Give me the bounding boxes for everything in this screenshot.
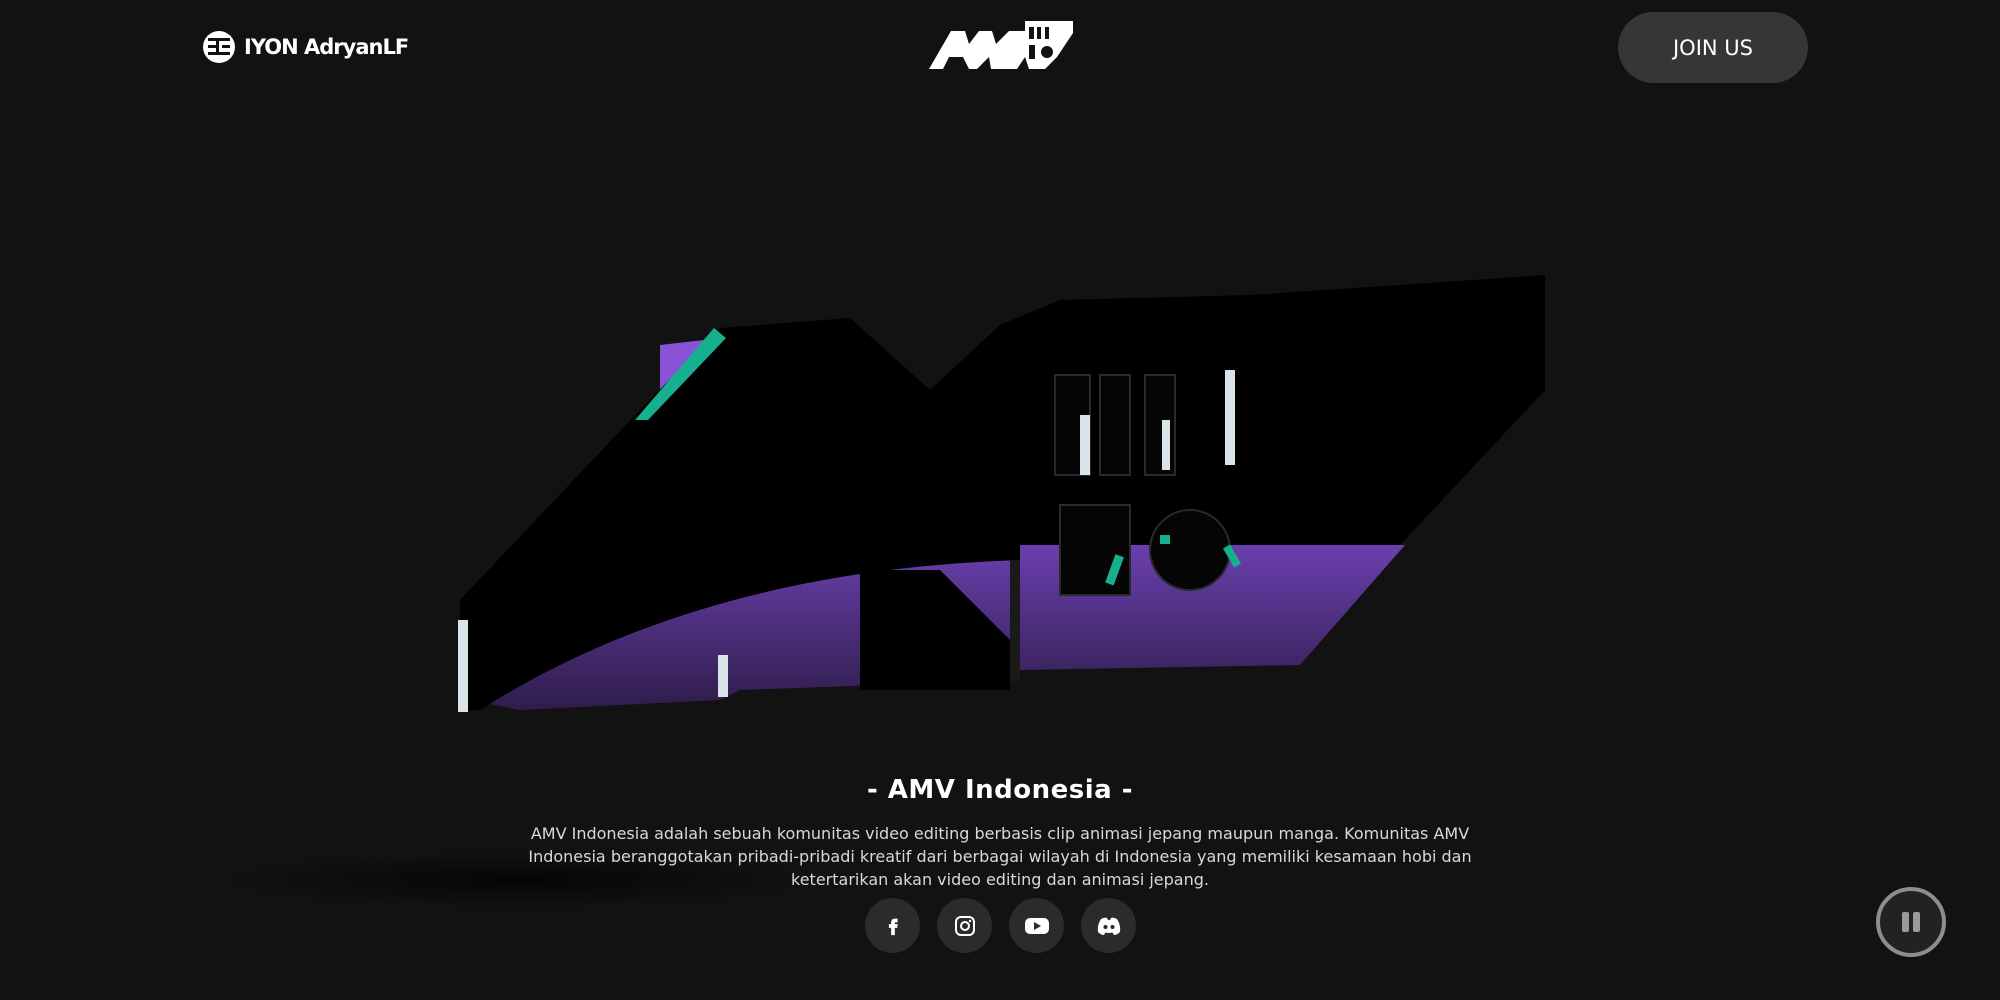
music-pause-button[interactable] <box>1876 887 1946 957</box>
about-title: - AMV Indonesia - <box>866 775 1134 805</box>
youtube-icon <box>1024 917 1049 934</box>
youtube-button[interactable] <box>1009 898 1064 953</box>
about-description: AMV Indonesia adalah sebuah komunitas vi… <box>528 824 1472 889</box>
instagram-icon <box>954 915 975 936</box>
instagram-button[interactable] <box>937 898 992 953</box>
discord-button[interactable] <box>1081 898 1136 953</box>
pause-icon <box>1902 912 1920 932</box>
about-section: - AMV Indonesia - AMV Indonesia adalah s… <box>0 770 2000 891</box>
social-links <box>865 898 1136 953</box>
facebook-button[interactable] <box>865 898 920 953</box>
facebook-icon <box>888 918 898 935</box>
discord-icon <box>1097 917 1120 935</box>
